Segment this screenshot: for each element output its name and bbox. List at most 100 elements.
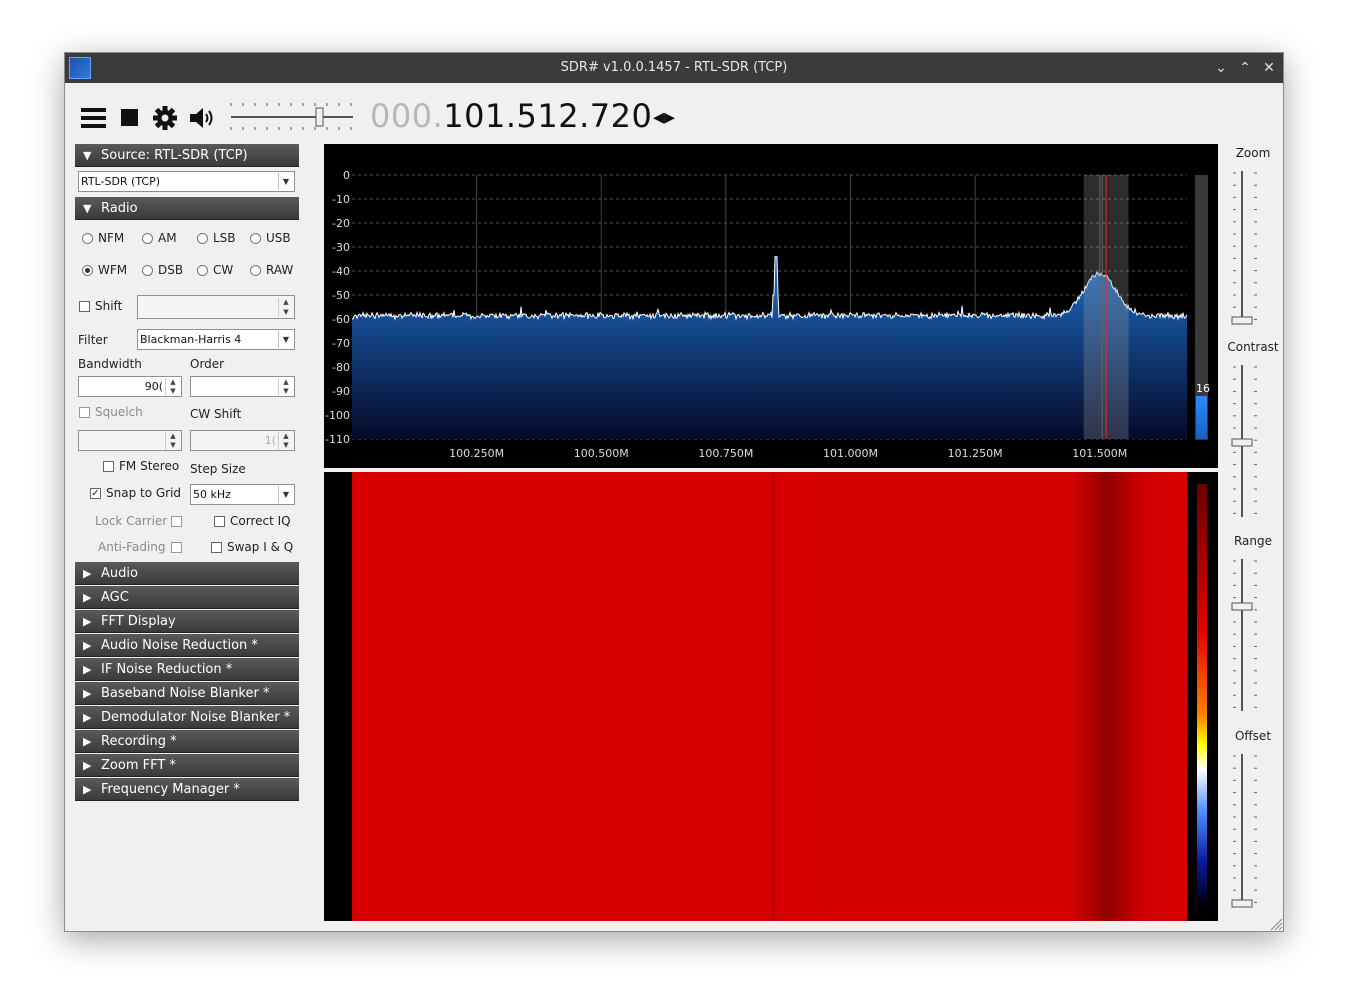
zoom-fft-panel-header[interactable]: ▶ Zoom FFT * [75,754,299,777]
spin-up-icon[interactable]: ▲ [278,378,293,387]
cw-shift-input[interactable]: 1( ▲ ▼ [190,430,295,451]
frequency-display[interactable]: 000.101.512.720 [370,97,652,135]
waterfall-color-palette [1197,484,1207,904]
chevron-down-icon[interactable]: ▼ [278,331,293,348]
snap-to-grid-checkbox[interactable]: ✓ [90,488,101,499]
bandwidth-input[interactable]: 90( ▲ ▼ [78,376,182,397]
order-input[interactable]: ▲ ▼ [190,376,295,397]
menu-icon[interactable] [81,106,107,130]
resize-grip-icon[interactable] [1269,917,1283,931]
volume-slider[interactable] [229,99,359,135]
anti-fading-checkbox[interactable] [171,542,182,553]
mode-dsb-label: DSB [158,263,184,277]
tuning-arrows-icon[interactable]: ◂▸ [653,105,675,130]
y-tick-label: -60 [332,313,350,326]
spin-up-icon[interactable]: ▲ [165,378,180,387]
mode-usb-radio[interactable] [250,233,261,244]
if-noise-reduction-panel-header[interactable]: ▶ IF Noise Reduction * [75,658,299,681]
collapsed-arrow-icon: ▶ [83,663,92,676]
lock-carrier-checkbox[interactable] [171,516,182,527]
spectrum-plot[interactable]: 0 -10 -20 -30 -40 -50 -60 -70 -80 -90 -100 -110 100.… [324,144,1218,468]
filter-select[interactable]: Blackman-Harris 4 ▼ [137,329,295,350]
mode-nfm-radio[interactable] [82,233,93,244]
minimize-icon[interactable]: ⌄ [1211,58,1231,78]
spectrum-fill [352,256,1187,439]
recording-panel-header[interactable]: ▶ Recording * [75,730,299,753]
baseband-noise-blanker-panel-header[interactable]: ▶ Baseband Noise Blanker * [75,682,299,705]
swap-iq-checkbox[interactable] [211,542,222,553]
lock-carrier-label: Lock Carrier [95,514,168,528]
collapsed-arrow-icon: ▶ [83,735,92,748]
source-device-select[interactable]: RTL-SDR (TCP) ▼ [78,171,295,192]
stop-icon[interactable] [121,109,139,127]
cw-shift-label: CW Shift [190,407,242,421]
fm-stereo-checkbox[interactable] [103,461,114,472]
audio-noise-reduction-panel-header[interactable]: ▶ Audio Noise Reduction * [75,634,299,657]
y-tick-label: -20 [332,217,350,230]
source-panel-header[interactable]: ▼ Source: RTL-SDR (TCP) [75,144,299,167]
frequency-manager-panel-header[interactable]: ▶ Frequency Manager * [75,778,299,801]
mode-am-radio[interactable] [142,233,153,244]
squelch-input[interactable]: ▲ ▼ [78,430,182,451]
mode-raw-radio[interactable] [250,265,261,276]
shift-checkbox[interactable] [79,301,90,312]
title-bar: SDR# v1.0.0.1457 - RTL-SDR (TCP) ⌄ ⌃ ✕ [65,53,1283,83]
waterfall-image[interactable] [352,472,1187,921]
spin-down-icon[interactable]: ▼ [278,441,293,450]
spin-down-icon[interactable]: ▼ [278,387,293,396]
zoom-slider[interactable] [1230,167,1260,329]
swap-iq-label: Swap I & Q [227,540,294,554]
filter-label: Filter [78,333,108,347]
fft-display-panel-header[interactable]: ▶ FFT Display [75,610,299,633]
spin-up-icon[interactable]: ▲ [165,432,180,441]
spin-down-icon[interactable]: ▼ [165,387,180,396]
y-tick-label: -110 [325,433,350,446]
speaker-icon[interactable] [188,106,216,130]
range-slider[interactable] [1230,555,1260,717]
gear-icon[interactable] [152,105,178,131]
collapsed-arrow-icon: ▶ [83,759,92,772]
offset-slider[interactable] [1230,750,1260,912]
mode-lsb-radio[interactable] [197,233,208,244]
fm-stereo-label: FM Stereo [119,459,180,473]
waterfall-plot[interactable] [324,472,1218,921]
y-tick-label: -40 [332,265,350,278]
maximize-icon[interactable]: ⌃ [1235,58,1255,78]
waterfall-display[interactable] [324,472,1218,921]
snap-to-grid-label: Snap to Grid [106,486,182,500]
shift-label: Shift [95,299,123,313]
contrast-slider[interactable] [1230,361,1260,523]
signal-level-bar [1196,396,1207,439]
spectrum-analyzer[interactable]: 0 -10 -20 -30 -40 -50 -60 -70 -80 -90 -100 -110 100.… [324,144,1218,468]
correct-iq-label: Correct IQ [230,514,291,528]
order-label: Order [190,357,225,371]
radio-panel-header[interactable]: ▼ Radio [75,197,299,220]
collapsed-arrow-icon: ▶ [83,639,92,652]
shift-input[interactable]: ▲ ▼ [137,295,295,319]
mode-cw-label: CW [213,263,234,277]
collapsed-arrow-icon: ▶ [83,711,92,724]
spin-up-icon[interactable]: ▲ [278,432,293,441]
demodulator-noise-blanker-panel-header[interactable]: ▶ Demodulator Noise Blanker * [75,706,299,729]
x-tick-label: 101.500M [1072,447,1127,460]
mode-cw-radio[interactable] [197,265,208,276]
y-tick-label: 0 [343,169,350,182]
spin-down-icon[interactable]: ▼ [165,441,180,450]
mode-wfm-radio[interactable] [82,265,93,276]
frequency-value[interactable]: 101.512.720 [443,97,652,135]
audio-panel-header[interactable]: ▶ Audio [75,562,299,585]
chevron-down-icon[interactable]: ▼ [278,173,293,190]
spin-down-icon[interactable]: ▼ [278,308,293,317]
contrast-label: Contrast [1227,340,1279,354]
spin-up-icon[interactable]: ▲ [278,298,293,307]
close-icon[interactable]: ✕ [1259,58,1279,78]
mode-dsb-radio[interactable] [142,265,153,276]
y-tick-label: -80 [332,361,350,374]
mode-nfm-label: NFM [98,231,125,245]
correct-iq-checkbox[interactable] [214,516,225,527]
step-size-select[interactable]: 50 kHz ▼ [190,484,295,505]
range-label: Range [1233,534,1273,548]
agc-panel-header[interactable]: ▶ AGC [75,586,299,609]
squelch-checkbox[interactable] [79,407,90,418]
chevron-down-icon[interactable]: ▼ [278,486,293,503]
